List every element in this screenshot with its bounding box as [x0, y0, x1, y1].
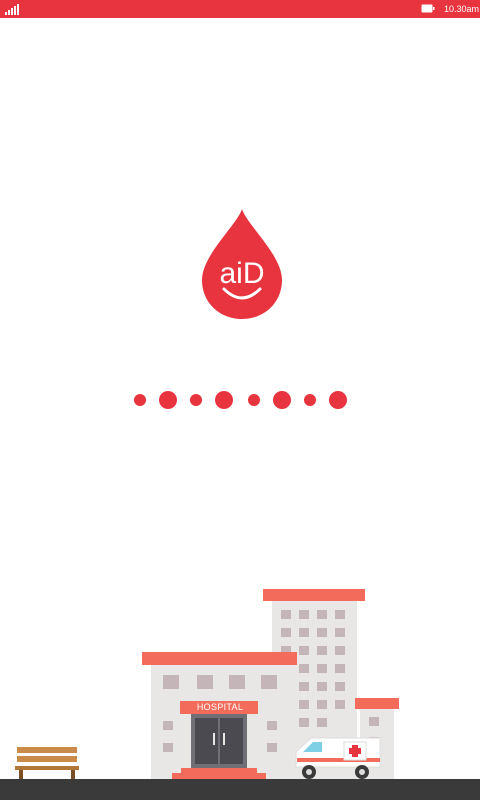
loading-dot [190, 394, 202, 406]
hospital-building [142, 652, 297, 781]
loading-dot [329, 391, 347, 409]
status-time: 10.30am [444, 4, 480, 14]
ground [0, 779, 480, 800]
loading-dots-indicator [134, 391, 347, 409]
loading-dot [159, 391, 177, 409]
battery-icon [421, 4, 435, 13]
loading-dot [304, 394, 316, 406]
loading-dot [134, 394, 146, 406]
hospital-scene [0, 589, 480, 800]
blood-drop-smile-icon: aiD [202, 209, 282, 319]
loading-dot [248, 394, 260, 406]
loading-dot [273, 391, 291, 409]
signal-strength-icon [5, 4, 19, 15]
hospital-sign-label: HOSPITAL [196, 702, 244, 712]
logo-text: aiD [219, 257, 264, 290]
park-bench [15, 747, 79, 781]
loading-dot [215, 391, 233, 409]
status-bar: 10.30am [0, 0, 480, 18]
